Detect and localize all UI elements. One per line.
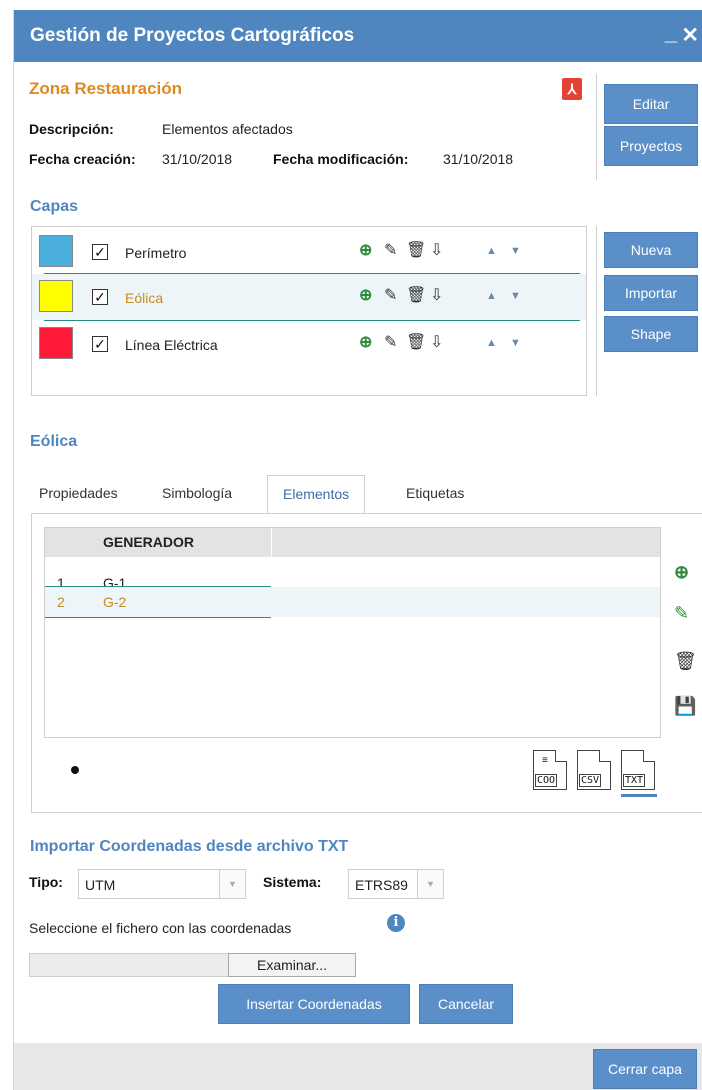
header-divider <box>596 74 597 180</box>
system-select[interactable]: ETRS89 ▼ <box>348 869 444 899</box>
import-title: Importar Coordenadas desde archivo TXT <box>30 838 349 855</box>
txt-file-icon[interactable]: TXT <box>621 750 655 790</box>
move-up-icon[interactable]: ▲ <box>486 337 497 349</box>
pencil-icon[interactable]: ✎ <box>384 332 397 352</box>
cancel-button[interactable]: Cancelar <box>419 984 513 1024</box>
trash-icon[interactable]: 🗑 <box>406 332 426 352</box>
info-icon[interactable]: i <box>387 914 405 932</box>
layer-color-swatch[interactable] <box>39 327 73 359</box>
zoom-icon[interactable]: ⊕ <box>359 332 372 352</box>
layer-row[interactable]: ✓ Perímetro ⊕ ✎ 🗑 ⇩ ▲ ▼ <box>32 229 586 275</box>
created-value: 31/10/2018 <box>162 151 233 167</box>
tab-symbology[interactable]: Simbología <box>162 485 232 501</box>
tab-properties[interactable]: Propiedades <box>39 485 118 501</box>
project-title: Zona Restauración <box>29 79 183 98</box>
minimize-icon[interactable]: _ <box>665 20 677 46</box>
pencil-icon[interactable]: ✎ <box>384 240 397 260</box>
window-title: Gestión de Proyectos Cartográficos <box>30 25 355 46</box>
project-window: Gestión de Proyectos Cartográficos _ ✕ Z… <box>13 10 702 1090</box>
edit-button[interactable]: Editar <box>604 84 698 124</box>
file-extension-label: COO <box>535 774 558 787</box>
system-select-value: ETRS89 <box>355 877 408 893</box>
insert-coordinates-button[interactable]: Insertar Coordenadas <box>218 984 410 1024</box>
move-down-icon[interactable]: ▼ <box>510 337 521 349</box>
download-icon[interactable]: ⇩ <box>430 285 443 305</box>
page-fold <box>643 750 655 762</box>
text-lines-glyph: ≡ <box>542 755 548 766</box>
zoom-icon[interactable]: ⊕ <box>359 240 372 260</box>
layer-visibility-checkbox[interactable]: ✓ <box>92 244 108 260</box>
pdf-icon[interactable]: ⅄ <box>562 78 582 100</box>
layer-tabs: Propiedades Simbología Elementos Etiquet… <box>31 475 702 514</box>
csv-file-icon[interactable]: CSV <box>577 750 611 790</box>
layers-list: ✓ Perímetro ⊕ ✎ 🗑 ⇩ ▲ ▼ ✓ Eólica ⊕ ✎ 🗑 ⇩… <box>31 226 587 396</box>
tab-labels[interactable]: Etiquetas <box>406 485 464 501</box>
coo-file-icon[interactable]: ≡ COO <box>533 750 567 790</box>
pencil-icon[interactable]: ✎ <box>674 603 689 624</box>
layer-color-swatch[interactable] <box>39 280 73 312</box>
projects-button[interactable]: Proyectos <box>604 126 698 166</box>
chevron-down-icon[interactable]: ▼ <box>219 870 245 898</box>
system-label: Sistema: <box>263 874 322 890</box>
import-layer-button[interactable]: Importar <box>604 275 698 311</box>
file-extension-label: TXT <box>623 774 646 787</box>
column-header-generator[interactable]: GENERADOR <box>103 534 194 550</box>
modified-value: 31/10/2018 <box>443 151 514 167</box>
layer-name: Perímetro <box>125 245 187 261</box>
type-label: Tipo: <box>29 874 63 890</box>
layer-name: Eólica <box>125 290 164 306</box>
move-up-icon[interactable]: ▲ <box>486 245 497 257</box>
layers-divider <box>596 226 597 396</box>
zoom-icon[interactable]: ⊕ <box>674 562 689 583</box>
elements-panel: GENERADOR 1 G-1 2 G-2 ⊕ ✎ 🗑 💾 ≡ COO CSV … <box>31 513 702 813</box>
layer-visibility-checkbox[interactable]: ✓ <box>92 336 108 352</box>
grid-header: GENERADOR <box>45 528 660 557</box>
file-prompt: Seleccione el fichero con las coordenada… <box>29 920 292 936</box>
row-generator: G-2 <box>103 594 127 610</box>
window-titlebar: Gestión de Proyectos Cartográficos _ ✕ <box>14 10 702 62</box>
save-icon[interactable]: 💾 <box>674 696 696 717</box>
layer-name: Línea Eléctrica <box>125 337 218 353</box>
trash-icon[interactable]: 🗑 <box>406 285 426 305</box>
page-fold <box>599 750 611 762</box>
file-extension-label: CSV <box>579 774 602 787</box>
row-separator <box>45 617 271 618</box>
created-label: Fecha creación: <box>29 151 136 167</box>
type-select-value: UTM <box>85 877 116 893</box>
download-icon[interactable]: ⇩ <box>430 332 443 352</box>
trash-icon[interactable]: 🗑 <box>674 651 697 672</box>
pencil-icon[interactable]: ✎ <box>384 285 397 305</box>
close-layer-button[interactable]: Cerrar capa <box>593 1049 697 1089</box>
move-down-icon[interactable]: ▼ <box>510 245 521 257</box>
shape-button[interactable]: Shape <box>604 316 698 352</box>
description-value: Elementos afectados <box>162 121 293 137</box>
new-layer-button[interactable]: Nueva <box>604 232 698 268</box>
layer-row-selected[interactable]: ✓ Eólica ⊕ ✎ 🗑 ⇩ ▲ ▼ <box>32 274 586 320</box>
selected-layer-title: Eólica <box>30 433 78 450</box>
column-separator <box>271 528 272 557</box>
close-icon[interactable]: ✕ <box>681 23 699 48</box>
layer-visibility-checkbox[interactable]: ✓ <box>92 289 108 305</box>
txt-selected-indicator <box>621 794 657 797</box>
description-label: Descripción: <box>29 121 114 137</box>
table-row-selected[interactable]: 2 G-2 <box>45 587 660 617</box>
type-select[interactable]: UTM ▼ <box>78 869 246 899</box>
layer-color-swatch[interactable] <box>39 235 73 267</box>
footer-bar: Cerrar capa <box>14 1043 702 1090</box>
trash-icon[interactable]: 🗑 <box>406 240 426 260</box>
browse-button[interactable]: Examinar... <box>228 953 356 977</box>
zoom-icon[interactable]: ⊕ <box>359 285 372 305</box>
row-number: 2 <box>57 594 65 610</box>
pager-dot[interactable] <box>71 766 79 774</box>
layers-title: Capas <box>30 198 79 215</box>
move-down-icon[interactable]: ▼ <box>510 290 521 302</box>
elements-grid: GENERADOR 1 G-1 2 G-2 <box>44 527 661 738</box>
chevron-down-icon[interactable]: ▼ <box>417 870 443 898</box>
modified-label: Fecha modificación: <box>273 151 409 167</box>
layer-row[interactable]: ✓ Línea Eléctrica ⊕ ✎ 🗑 ⇩ ▲ ▼ <box>32 321 586 367</box>
move-up-icon[interactable]: ▲ <box>486 290 497 302</box>
download-icon[interactable]: ⇩ <box>430 240 443 260</box>
tab-elements[interactable]: Elementos <box>267 475 366 514</box>
page-fold <box>555 750 567 762</box>
